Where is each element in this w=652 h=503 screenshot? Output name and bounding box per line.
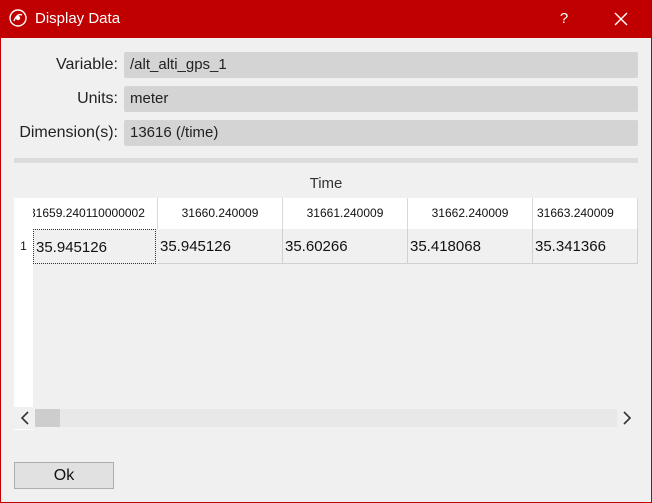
- row-header[interactable]: 1: [14, 229, 33, 264]
- table-cell[interactable]: 35.341366: [533, 229, 638, 264]
- separator: [14, 158, 638, 163]
- app-icon: [9, 9, 27, 27]
- title-bar[interactable]: Display Data ?: [0, 0, 652, 38]
- units-value: meter: [124, 86, 638, 112]
- time-axis-title: Time: [309, 175, 343, 192]
- table-corner[interactable]: [14, 198, 33, 229]
- table-cell[interactable]: 35.418068: [408, 229, 533, 264]
- table-cell[interactable]: 35.945126: [33, 229, 156, 264]
- chevron-right-icon[interactable]: [619, 409, 635, 427]
- column-header[interactable]: 31660.240009: [158, 198, 283, 229]
- table-cell[interactable]: 35.60266: [283, 229, 408, 264]
- window-border-left: [0, 38, 1, 503]
- window-title: Display Data: [35, 10, 121, 27]
- dimensions-label: Dimension(s):: [19, 124, 118, 141]
- variable-value: /alt_alti_gps_1: [124, 52, 638, 78]
- close-icon[interactable]: [606, 6, 636, 32]
- column-header[interactable]: 31659.240110000002: [33, 198, 158, 229]
- horizontal-scrollbar[interactable]: [14, 407, 638, 429]
- chevron-left-icon[interactable]: [17, 409, 33, 427]
- scroll-thumb[interactable]: [35, 409, 60, 427]
- column-header[interactable]: 31663.240009: [533, 198, 638, 229]
- units-label: Units:: [77, 90, 118, 107]
- table-cell[interactable]: 35.945126: [158, 229, 283, 264]
- column-header[interactable]: 31661.240009: [283, 198, 408, 229]
- column-header[interactable]: 31662.240009: [408, 198, 533, 229]
- data-table[interactable]: 31659.240110000002 31660.240009 31661.24…: [14, 198, 638, 430]
- dimensions-value: 13616 (/time): [124, 120, 638, 146]
- ok-button[interactable]: Ok: [14, 462, 114, 489]
- help-button[interactable]: ?: [552, 6, 576, 32]
- variable-label: Variable:: [56, 56, 118, 73]
- scroll-track[interactable]: [35, 409, 617, 427]
